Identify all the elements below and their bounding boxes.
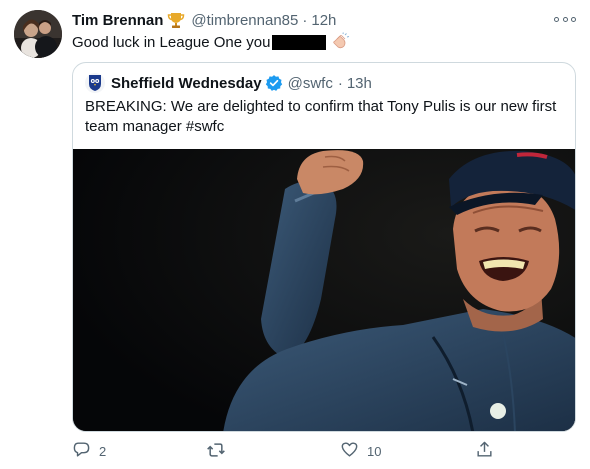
verified-badge-icon [265, 74, 283, 92]
retweet-button[interactable] [206, 440, 234, 462]
separator-dot: · [302, 11, 308, 29]
owl-crest-icon [85, 73, 105, 93]
quoted-author-handle[interactable]: @swfc [288, 75, 333, 92]
manager-celebrating-photo [73, 149, 575, 431]
trophy-icon [167, 11, 185, 29]
separator-dot: · [337, 74, 343, 92]
reply-icon [72, 440, 91, 462]
tweet-text-content: Good luck in League One you [72, 33, 271, 51]
heart-icon [340, 440, 359, 462]
avatar-photo [14, 10, 62, 58]
quoted-author-name[interactable]: Sheffield Wednesday [111, 75, 262, 92]
tweet-header: Tim Brennan @timbrennan85 · 12h [72, 10, 336, 30]
like-button[interactable]: 10 [340, 440, 381, 462]
tweet-action-bar: 2 10 [72, 440, 512, 462]
quoted-tweet-header: Sheffield Wednesday @swfc · 13h [85, 73, 372, 93]
retweet-icon [206, 440, 226, 463]
author-avatar[interactable] [14, 10, 62, 58]
author-name[interactable]: Tim Brennan [72, 12, 163, 29]
more-options-icon[interactable] [554, 13, 576, 25]
clapping-hands-icon [330, 32, 350, 52]
quoted-tweet-timestamp[interactable]: 13h [347, 75, 372, 92]
quoted-tweet-photo[interactable] [73, 149, 575, 431]
author-handle[interactable]: @timbrennan85 [191, 12, 298, 29]
share-button[interactable] [475, 440, 494, 462]
quoted-tweet-text: BREAKING: We are delighted to confirm th… [85, 98, 557, 135]
reply-count: 2 [99, 443, 107, 459]
tweet-text: Good luck in League One you [72, 32, 350, 52]
share-icon [475, 440, 494, 462]
quoted-tweet-card[interactable]: Sheffield Wednesday @swfc · 13h BREAKING… [72, 62, 576, 432]
tweet-timestamp[interactable]: 12h [311, 12, 336, 29]
reply-button[interactable]: 2 [72, 440, 106, 462]
like-count: 10 [367, 443, 382, 459]
redaction-block [272, 34, 327, 50]
